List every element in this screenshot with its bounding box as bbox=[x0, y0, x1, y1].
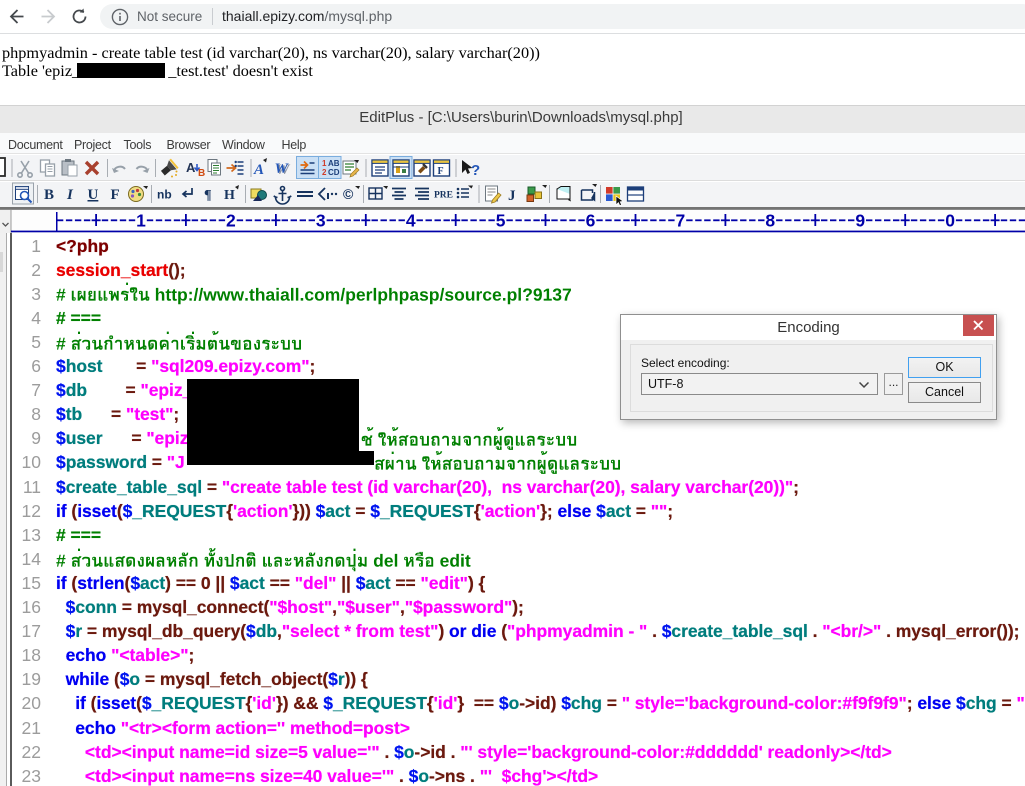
svg-text:5: 5 bbox=[496, 210, 506, 230]
svg-text:1: 1 bbox=[322, 159, 327, 168]
svg-text:7: 7 bbox=[676, 210, 686, 230]
svg-text:8: 8 bbox=[765, 210, 775, 230]
svg-text:2: 2 bbox=[226, 210, 236, 230]
svg-text:9: 9 bbox=[855, 210, 865, 230]
svg-text:H: H bbox=[224, 188, 235, 203]
svg-text:A: A bbox=[253, 162, 264, 178]
svg-text:U: U bbox=[88, 187, 99, 203]
svg-text:4: 4 bbox=[406, 210, 416, 230]
svg-text:?: ? bbox=[471, 162, 480, 179]
svg-text:F: F bbox=[111, 187, 120, 203]
svg-text:6: 6 bbox=[586, 210, 596, 230]
svg-text:¶: ¶ bbox=[204, 188, 212, 203]
svg-text:CD: CD bbox=[328, 168, 340, 177]
svg-text:B: B bbox=[198, 168, 205, 179]
svg-text:F: F bbox=[438, 166, 444, 177]
svg-text:©: © bbox=[343, 186, 354, 202]
svg-text:I: I bbox=[66, 187, 74, 203]
svg-text:B: B bbox=[44, 187, 54, 203]
svg-text:3: 3 bbox=[316, 210, 326, 230]
svg-text:PRE: PRE bbox=[434, 191, 453, 201]
svg-text:1: 1 bbox=[136, 210, 146, 230]
svg-text:2: 2 bbox=[322, 168, 327, 177]
svg-text:W: W bbox=[275, 161, 290, 177]
svg-text:0: 0 bbox=[945, 210, 955, 230]
svg-text:nb: nb bbox=[157, 188, 172, 202]
svg-text:J: J bbox=[508, 188, 516, 204]
svg-text:AB: AB bbox=[328, 159, 340, 168]
